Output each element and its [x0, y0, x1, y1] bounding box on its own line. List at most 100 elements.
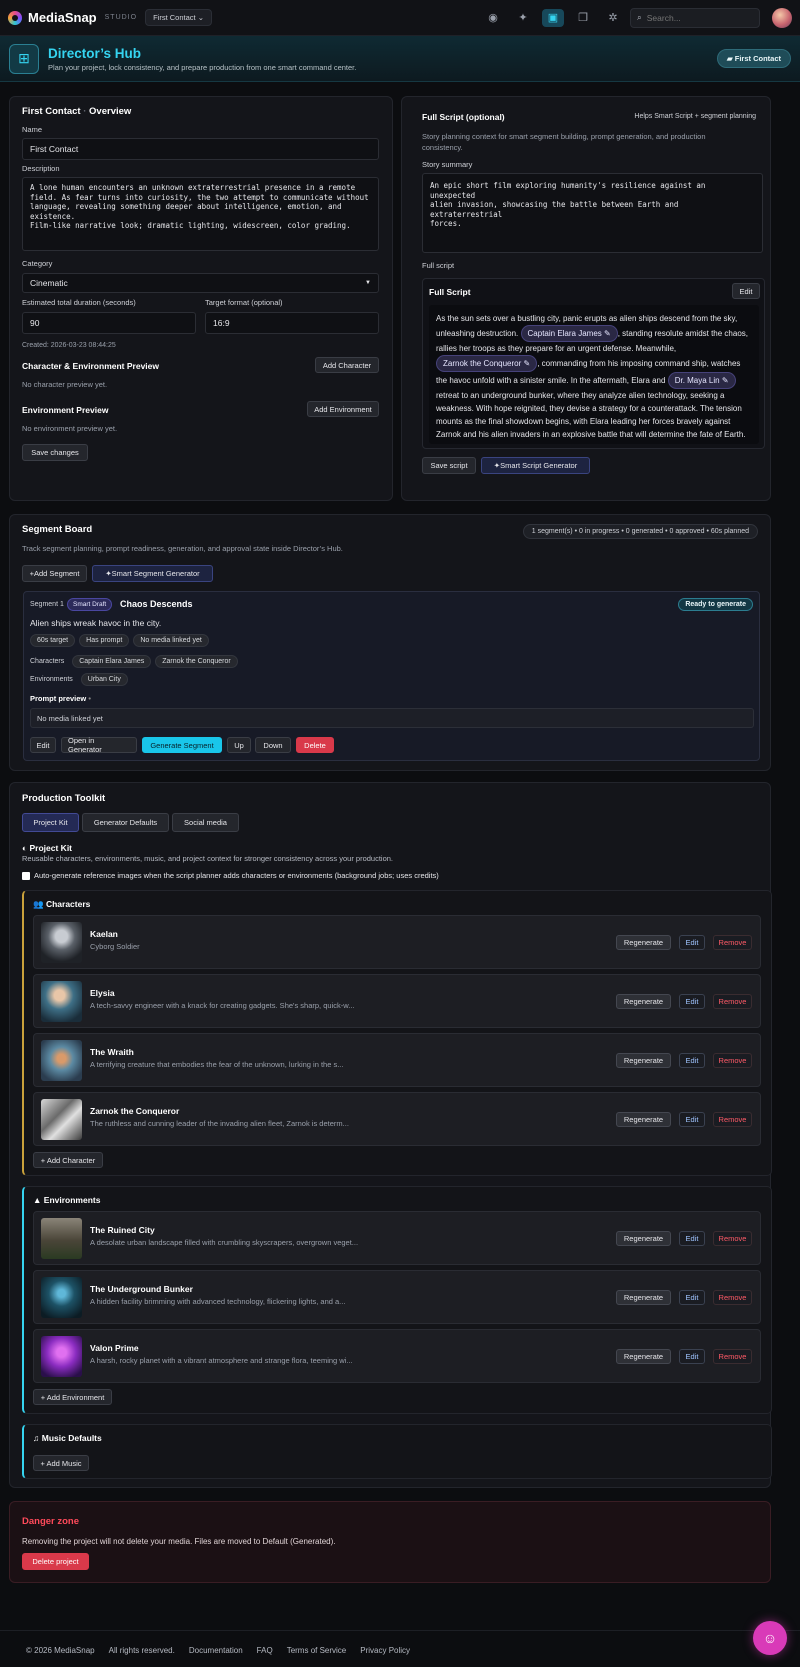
edit-button[interactable]: Edit [679, 1053, 705, 1068]
character-row[interactable]: The Wraith A terrifying creature that em… [33, 1033, 761, 1087]
regenerate-button[interactable]: Regenerate [616, 1053, 671, 1068]
created-timestamp: Created: 2026-03-23 08:44:25 [22, 342, 116, 349]
smart-script-generator-button[interactable]: ✦ Smart Script Generator [481, 457, 590, 474]
top-bar: MediaSnap STUDIO First Contact ⌄ ◉ ✦ ▣ ❐… [0, 0, 800, 36]
chat-bubble-button[interactable]: ☺ [753, 1621, 787, 1655]
category-select[interactable]: Cinematic ▼ [22, 273, 379, 293]
tab-social-media[interactable]: Social media [172, 813, 239, 832]
environment-row[interactable]: The Underground Bunker A hidden facility… [33, 1270, 761, 1324]
smart-segment-generator-button[interactable]: ✦ Smart Segment Generator [92, 565, 213, 582]
environment-thumbnail [41, 1277, 82, 1318]
character-tag[interactable]: Dr. Maya Lin ✎ [667, 372, 736, 389]
environment-name: Valon Prime [90, 1343, 139, 1353]
auto-generate-checkbox[interactable] [22, 871, 30, 880]
move-down-button[interactable]: Down [255, 737, 291, 753]
regenerate-button[interactable]: Regenerate [616, 994, 671, 1009]
remove-button[interactable]: Remove [713, 994, 752, 1009]
edit-button[interactable]: Edit [679, 1231, 705, 1246]
environment-row[interactable]: Valon Prime A harsh, rocky planet with a… [33, 1329, 761, 1383]
remove-button[interactable]: Remove [713, 1349, 752, 1364]
film-icon[interactable]: ▣ [542, 8, 564, 27]
prompt-preview-label[interactable]: Prompt preview • [30, 694, 91, 703]
gear-icon[interactable]: ✲ [602, 9, 624, 27]
remove-button[interactable]: Remove [713, 1231, 752, 1246]
character-thumbnail [41, 1040, 82, 1081]
character-thumbnail [41, 922, 82, 963]
delete-segment-button[interactable]: Delete [296, 737, 334, 753]
generate-segment-button[interactable]: Generate Segment [142, 737, 222, 753]
brand-name: MediaSnap [28, 10, 97, 25]
character-row[interactable]: Kaelan Cyborg Soldier Regenerate Edit Re… [33, 915, 761, 969]
avatar[interactable] [772, 7, 792, 28]
search-input[interactable] [646, 12, 747, 23]
script-text: As the sun sets over a bustling city, pa… [429, 305, 759, 444]
character-tag[interactable]: Zarnok the Conqueror ✎ [436, 355, 538, 372]
remove-button[interactable]: Remove [713, 1112, 752, 1127]
delete-project-button[interactable]: Delete project [22, 1553, 89, 1570]
magic-wand-icon[interactable]: ✦ [512, 9, 534, 27]
add-music-button[interactable]: + Add Music [33, 1455, 89, 1471]
characters-title: 👥 Characters [33, 899, 90, 910]
landscape-icon: ▲ [33, 1195, 44, 1205]
regenerate-button[interactable]: Regenerate [616, 1290, 671, 1305]
add-character-kit-button[interactable]: + Add Character [33, 1152, 103, 1168]
search-box[interactable]: ⌕ [630, 7, 760, 28]
edit-button[interactable]: Edit [679, 994, 705, 1009]
add-segment-button[interactable]: + Add Segment [22, 565, 87, 582]
logo[interactable]: MediaSnap STUDIO [8, 10, 137, 25]
tab-project-kit[interactable]: Project Kit [22, 813, 79, 832]
remove-button[interactable]: Remove [713, 935, 752, 950]
footer-link-faq[interactable]: FAQ [257, 1646, 273, 1655]
move-up-button[interactable]: Up [227, 737, 251, 753]
no-char-preview: No character preview yet. [22, 380, 108, 389]
edit-button[interactable]: Edit [679, 1349, 705, 1364]
project-button[interactable]: ▰ First Contact [716, 49, 791, 68]
camera-icon[interactable]: ◉ [482, 9, 504, 27]
duration-field[interactable]: 90 [22, 312, 196, 334]
regenerate-button[interactable]: Regenerate [616, 1112, 671, 1127]
breadcrumb-page: Overview [89, 106, 132, 117]
footer-link-terms[interactable]: Terms of Service [287, 1646, 347, 1655]
name-field[interactable]: First Contact [22, 138, 379, 160]
save-script-button[interactable]: Save script [422, 457, 476, 474]
footer-link-privacy[interactable]: Privacy Policy [360, 1646, 410, 1655]
character-row[interactable]: Elysia A tech-savvy engineer with a knac… [33, 974, 761, 1028]
edit-segment-button[interactable]: Edit [30, 737, 56, 753]
save-changes-button[interactable]: Save changes [22, 444, 88, 461]
overview-card: First Contact · Overview Name First Cont… [9, 96, 393, 501]
project-switcher-label: First Contact [153, 13, 196, 22]
remove-button[interactable]: Remove [713, 1290, 752, 1305]
edit-button[interactable]: Edit [679, 1290, 705, 1305]
character-row[interactable]: Zarnok the Conqueror The ruthless and cu… [33, 1092, 761, 1146]
regenerate-button[interactable]: Regenerate [616, 1349, 671, 1364]
add-character-button[interactable]: Add Character [315, 357, 379, 373]
gallery-icon[interactable]: ❐ [572, 9, 594, 27]
add-segment-label: Add Segment [33, 569, 80, 578]
open-in-generator-button[interactable]: Open in Generator [61, 736, 137, 754]
env-preview-title: Environment Preview [22, 405, 109, 415]
add-environment-button[interactable]: Add Environment [307, 401, 379, 417]
segment-environments: Environments Urban City [30, 673, 132, 686]
character-tag[interactable]: Captain Elara James ✎ [520, 325, 618, 342]
search-icon: ⌕ [637, 12, 642, 22]
environment-row[interactable]: The Ruined City A desolate urban landsca… [33, 1211, 761, 1265]
format-field[interactable]: 16:9 [205, 312, 379, 334]
summary-field[interactable]: An epic short film exploring humanity's … [422, 173, 763, 253]
project-switcher[interactable]: First Contact ⌄ [145, 9, 212, 26]
footer-link-docs[interactable]: Documentation [189, 1646, 243, 1655]
auto-generate-option[interactable]: Auto-generate reference images when the … [22, 871, 439, 880]
description-field[interactable]: A lone human encounters an unknown extra… [22, 177, 379, 251]
regenerate-button[interactable]: Regenerate [616, 1231, 671, 1246]
edit-button[interactable]: Edit [679, 935, 705, 950]
segment-card[interactable]: Segment 1 Smart Draft Chaos Descends Rea… [23, 591, 760, 761]
tab-generator-defaults[interactable]: Generator Defaults [82, 813, 169, 832]
studio-label: STUDIO [104, 14, 138, 21]
edit-script-button[interactable]: Edit [732, 283, 760, 299]
folder-icon: ▰ [726, 54, 735, 63]
character-name: Zarnok the Conqueror [90, 1106, 180, 1116]
remove-button[interactable]: Remove [713, 1053, 752, 1068]
edit-button[interactable]: Edit [679, 1112, 705, 1127]
add-environment-kit-button[interactable]: + Add Environment [33, 1389, 112, 1405]
regenerate-button[interactable]: Regenerate [616, 935, 671, 950]
segment-title: Chaos Descends [120, 599, 193, 609]
